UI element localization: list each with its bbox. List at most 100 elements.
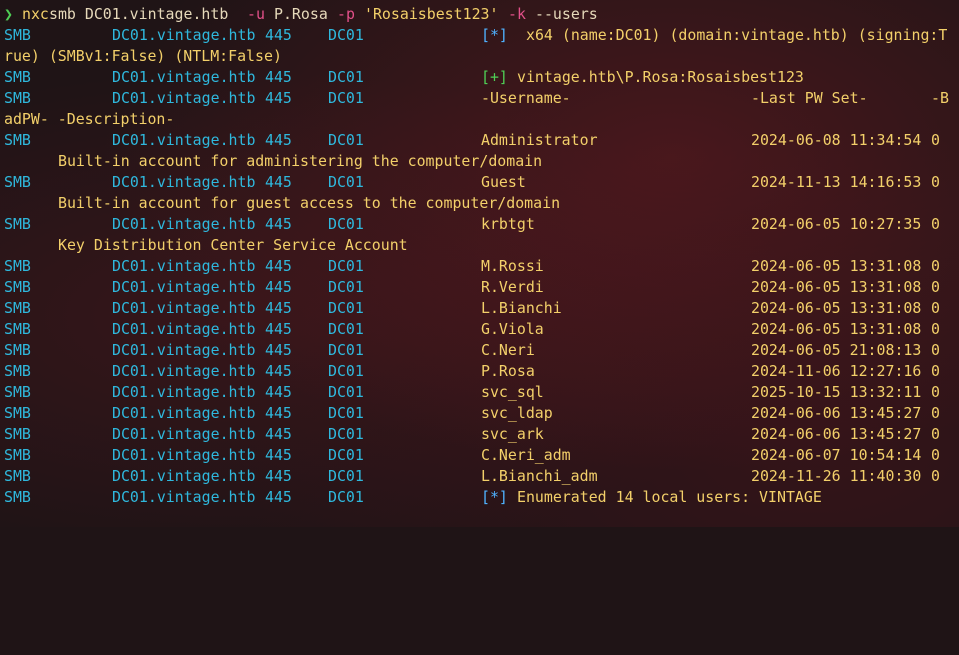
proto: SMB (4, 26, 31, 44)
port: 445 (265, 215, 292, 233)
badpw-cell: 0 (931, 425, 940, 443)
host: DC01.vintage.htb (112, 341, 256, 359)
flag-p: -p (337, 5, 355, 23)
netbios-name: DC01 (328, 299, 364, 317)
port: 445 (265, 26, 292, 44)
host: DC01.vintage.htb (112, 89, 256, 107)
badpw-cell: 0 (931, 383, 940, 401)
terminal-window[interactable]: ❯ nxc smb DC01.vintage.htb -u P.Rosa -p … (0, 0, 959, 527)
last-pw-set-cell: 2024-11-13 14:16:53 (751, 173, 922, 191)
badpw-cell: 0 (931, 362, 940, 380)
info-text-wrap: rue) (SMBv1:False) (NTLM:False) (4, 47, 282, 65)
port: 445 (265, 173, 292, 191)
username-cell: L.Bianchi (481, 299, 562, 317)
proto: SMB (4, 446, 31, 464)
last-pw-set-cell: 2024-06-05 13:31:08 (751, 278, 922, 296)
last-pw-set-cell: 2024-11-06 12:27:16 (751, 362, 922, 380)
user-arg: P.Rosa (274, 5, 328, 23)
port: 445 (265, 341, 292, 359)
host: DC01.vintage.htb (112, 425, 256, 443)
proto: SMB (4, 320, 31, 338)
host: DC01.vintage.htb (112, 383, 256, 401)
netbios-name: DC01 (328, 362, 364, 380)
port: 445 (265, 89, 292, 107)
proto: SMB (4, 425, 31, 443)
proto: SMB (4, 173, 31, 191)
summary-marker: [*] (481, 488, 508, 506)
port: 445 (265, 446, 292, 464)
username-cell: C.Neri (481, 341, 535, 359)
host: DC01.vintage.htb (112, 278, 256, 296)
flag-users: --users (535, 5, 598, 23)
netbios-name: DC01 (328, 404, 364, 422)
netbios-name: DC01 (328, 446, 364, 464)
port: 445 (265, 404, 292, 422)
host: DC01.vintage.htb (112, 320, 256, 338)
column-badpw: -B (931, 89, 949, 107)
proto: SMB (4, 341, 31, 359)
prompt-symbol: ❯ (4, 5, 13, 23)
password-arg: 'Rosaisbest123' (364, 5, 499, 23)
command-line[interactable]: ❯ nxc smb DC01.vintage.htb -u P.Rosa -p … (4, 4, 598, 25)
username-cell: P.Rosa (481, 362, 535, 380)
proto: SMB (4, 383, 31, 401)
netbios-name: DC01 (328, 488, 364, 506)
proto: SMB (4, 131, 31, 149)
username-cell: Administrator (481, 131, 598, 149)
column-username: -Username- (481, 89, 571, 107)
proto: SMB (4, 299, 31, 317)
command-name: nxc (22, 5, 49, 23)
badpw-cell: 0 (931, 257, 940, 275)
port: 445 (265, 383, 292, 401)
username-cell: svc_sql (481, 383, 544, 401)
netbios-name: DC01 (328, 320, 364, 338)
output-line: SMB DC01.vintage.htb 445 DC01 -Username-… (4, 88, 949, 109)
proto: SMB (4, 362, 31, 380)
username-cell: C.Neri_adm (481, 446, 571, 464)
netbios-name: DC01 (328, 383, 364, 401)
proto: SMB (4, 257, 31, 275)
badpw-cell: 0 (931, 404, 940, 422)
username-cell: L.Bianchi_adm (481, 467, 598, 485)
last-pw-set-cell: 2024-06-05 13:31:08 (751, 320, 922, 338)
host: DC01.vintage.htb (112, 131, 256, 149)
proto: SMB (4, 89, 31, 107)
netbios-name: DC01 (328, 278, 364, 296)
badpw-cell: 0 (931, 446, 940, 464)
host: DC01.vintage.htb (112, 257, 256, 275)
host: DC01.vintage.htb (112, 404, 256, 422)
netbios-name: DC01 (328, 467, 364, 485)
flag-k: -k (508, 5, 526, 23)
port: 445 (265, 425, 292, 443)
proto: SMB (4, 467, 31, 485)
netbios-name: DC01 (328, 425, 364, 443)
column-wrap: adPW- -Description- (4, 110, 175, 128)
last-pw-set-cell: 2024-06-05 13:31:08 (751, 257, 922, 275)
auth-marker: [+] (481, 68, 508, 86)
port: 445 (265, 362, 292, 380)
info-marker: [*] (481, 26, 508, 44)
host: DC01.vintage.htb (112, 68, 256, 86)
description-cell: Built-in account for guest access to the… (58, 194, 561, 212)
proto: SMB (4, 68, 31, 86)
port: 445 (265, 68, 292, 86)
output-line-wrap: adPW- -Description- (4, 109, 174, 130)
proto: SMB (4, 488, 31, 506)
column-last-pw: -Last PW Set- (751, 89, 868, 107)
username-cell: svc_ldap (481, 404, 553, 422)
port: 445 (265, 257, 292, 275)
host: DC01.vintage.htb (112, 446, 256, 464)
last-pw-set-cell: 2024-06-05 10:27:35 (751, 215, 922, 233)
description-cell: Built-in account for administering the c… (58, 152, 543, 170)
command-args: smb DC01.vintage.htb (49, 5, 229, 23)
last-pw-set-cell: 2025-10-15 13:32:11 (751, 383, 922, 401)
badpw-cell: 0 (931, 299, 940, 317)
username-cell: M.Rossi (481, 257, 544, 275)
flag-u: -u (247, 5, 265, 23)
output-line-wrap: rue) (SMBv1:False) (NTLM:False) (4, 46, 282, 67)
output-line: SMB DC01.vintage.htb 445 DC01 [*] Enumer… (4, 487, 822, 508)
port: 445 (265, 320, 292, 338)
badpw-cell: 0 (931, 131, 940, 149)
last-pw-set-cell: 2024-06-08 11:34:54 (751, 131, 922, 149)
netbios-name: DC01 (328, 341, 364, 359)
